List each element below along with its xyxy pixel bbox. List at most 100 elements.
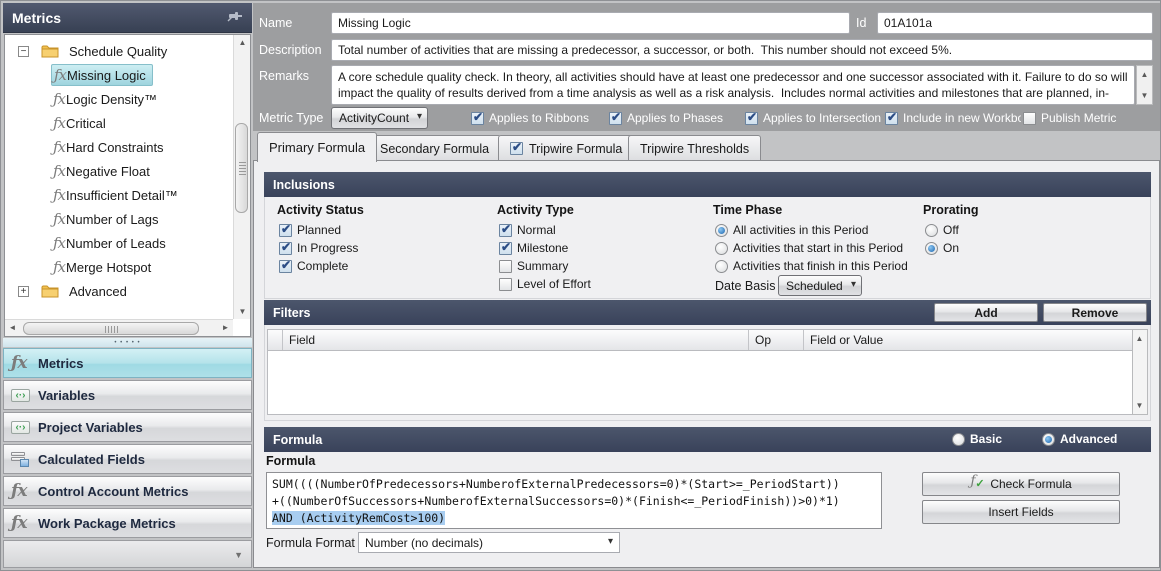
level-of-effort-checkbox[interactable] — [499, 278, 512, 291]
accordion-label: Control Account Metrics — [38, 484, 188, 499]
tree-item-logic-density[interactable]: Logic Density™ — [5, 87, 232, 111]
scroll-right-icon[interactable] — [218, 320, 233, 335]
scroll-down-icon[interactable] — [1137, 88, 1152, 103]
tripwire-formula-checkbox[interactable] — [510, 142, 523, 155]
tree-item-insufficient-detail[interactable]: Insufficient Detail™ — [5, 183, 232, 207]
formula-editor[interactable]: SUM((((NumberOfPredecessors+NumberofExte… — [266, 472, 882, 529]
complete-checkbox[interactable] — [279, 260, 292, 273]
milestone-checkbox[interactable] — [499, 242, 512, 255]
chevron-down-icon[interactable] — [234, 550, 243, 560]
column-field[interactable]: Field — [283, 330, 749, 350]
formula-section-body: Formula SUM((((NumberOfPredecessors+Numb… — [264, 452, 1151, 564]
planned-option: Planned — [279, 223, 341, 237]
tree-item-label: Critical — [66, 116, 106, 131]
tree-item-missing-logic[interactable]: Missing Logic — [5, 63, 232, 87]
milestone-option: Milestone — [499, 241, 568, 255]
applies-to-phases-checkbox[interactable] — [609, 112, 622, 125]
filters-table-body[interactable] — [267, 351, 1139, 415]
scrollbar-thumb[interactable] — [235, 123, 248, 213]
add-filter-button[interactable]: Add — [934, 303, 1038, 322]
expand-icon[interactable] — [18, 286, 29, 297]
applies-to-intersection-checkbox[interactable] — [745, 112, 758, 125]
start-in-period-option: Activities that start in this Period — [715, 241, 903, 255]
auto-hide-pin-icon[interactable] — [227, 9, 243, 26]
tree-item-number-of-lags[interactable]: Number of Lags — [5, 207, 232, 231]
insert-fields-button[interactable]: Insert Fields — [922, 500, 1120, 524]
tree-folder-schedule-quality[interactable]: Schedule Quality — [5, 39, 232, 63]
accordion-item-calculated-fields[interactable]: Calculated Fields — [3, 444, 252, 474]
checkbox-label: Applies to Intersection — [763, 111, 881, 125]
scroll-up-icon[interactable] — [1137, 67, 1152, 82]
accordion-label: Variables — [38, 388, 95, 403]
tab-tripwire-thresholds[interactable]: Tripwire Thresholds — [628, 135, 761, 161]
column-op[interactable]: Op — [749, 330, 804, 350]
tree-item-negative-float[interactable]: Negative Float — [5, 159, 232, 183]
advanced-mode-radio[interactable] — [1042, 433, 1055, 446]
metric-type-dropdown[interactable]: ActivityCount — [331, 107, 428, 129]
metric-type-label: Metric Type — [259, 111, 323, 125]
summary-option: Summary — [499, 259, 568, 273]
tree-item-merge-hotspot[interactable]: Merge Hotspot — [5, 255, 232, 279]
accordion-item-control-account-metrics[interactable]: Control Account Metrics — [3, 476, 252, 506]
start-in-period-radio[interactable] — [715, 242, 728, 255]
include-in-new-workbook-checkbox[interactable] — [885, 112, 898, 125]
formula-format-dropdown[interactable]: Number (no decimals) — [358, 532, 620, 553]
tab-label: Secondary Formula — [380, 142, 489, 156]
publish-metric-checkbox[interactable] — [1023, 112, 1036, 125]
applies-to-intersection-option: Applies to Intersection — [745, 111, 881, 125]
tree-item-number-of-leads[interactable]: Number of Leads — [5, 231, 232, 255]
remarks-label: Remarks — [259, 69, 309, 83]
tab-primary-formula[interactable]: Primary Formula — [257, 132, 377, 162]
accordion-item-variables[interactable]: Variables — [3, 380, 252, 410]
prorating-off-radio[interactable] — [925, 224, 938, 237]
scroll-down-icon[interactable] — [235, 304, 250, 319]
metrics-tree: Schedule Quality Missing Logic Logic Den… — [4, 34, 251, 337]
in-progress-checkbox[interactable] — [279, 242, 292, 255]
level-of-effort-option: Level of Effort — [499, 277, 591, 291]
all-activities-radio[interactable] — [715, 224, 728, 237]
checkbox-label: Applies to Ribbons — [489, 111, 589, 125]
scrollbar-thumb[interactable] — [23, 322, 199, 335]
tree-item-critical[interactable]: Critical — [5, 111, 232, 135]
description-field[interactable]: Total number of activities that are miss… — [331, 39, 1153, 61]
date-basis-dropdown[interactable]: Scheduled — [778, 275, 862, 296]
id-field[interactable]: 01A101a — [877, 12, 1153, 34]
accordion-item-metrics[interactable]: Metrics — [3, 348, 252, 378]
remarks-scrollbar[interactable] — [1136, 65, 1153, 105]
check-formula-button[interactable]: Check Formula — [922, 472, 1120, 496]
fx-icon — [54, 66, 66, 84]
remarks-field[interactable]: A core schedule quality check. In theory… — [331, 65, 1135, 105]
tree-vertical-scrollbar[interactable] — [233, 35, 250, 319]
accordion-item-project-variables[interactable]: Project Variables — [3, 412, 252, 442]
tree-item-label: Merge Hotspot — [66, 260, 151, 275]
sidebar-splitter-handle[interactable] — [3, 338, 252, 347]
tree-item-label: Hard Constraints — [66, 140, 164, 155]
summary-checkbox[interactable] — [499, 260, 512, 273]
scroll-up-icon[interactable] — [235, 35, 250, 50]
all-activities-option: All activities in this Period — [715, 223, 868, 237]
normal-checkbox[interactable] — [499, 224, 512, 237]
tree-horizontal-scrollbar[interactable] — [5, 319, 233, 336]
finish-in-period-radio[interactable] — [715, 260, 728, 273]
basic-mode-radio[interactable] — [952, 433, 965, 446]
tree-item-hard-constraints[interactable]: Hard Constraints — [5, 135, 232, 159]
accordion-item-work-package-metrics[interactable]: Work Package Metrics — [3, 508, 252, 538]
primary-formula-tab-content: Inclusions Activity Status Planned In Pr… — [253, 160, 1160, 568]
prorating-on-radio[interactable] — [925, 242, 938, 255]
filters-scrollbar[interactable] — [1132, 329, 1148, 415]
name-field[interactable]: Missing Logic — [331, 12, 850, 34]
column-field-or-value[interactable]: Field or Value — [804, 330, 1138, 350]
applies-to-ribbons-checkbox[interactable] — [471, 112, 484, 125]
tab-tripwire-formula[interactable]: Tripwire Formula — [498, 135, 634, 161]
tree-folder-advanced[interactable]: Advanced — [5, 279, 232, 303]
scroll-up-icon[interactable] — [1132, 331, 1147, 346]
collapse-icon[interactable] — [18, 46, 29, 57]
fx-icon — [53, 138, 65, 156]
remove-filter-button[interactable]: Remove — [1043, 303, 1147, 322]
scroll-left-icon[interactable] — [5, 320, 20, 335]
description-label: Description — [259, 43, 322, 57]
scroll-down-icon[interactable] — [1132, 398, 1147, 413]
filters-table-header: Field Op Field or Value — [267, 329, 1139, 351]
filters-section-header: Filters Add Remove — [264, 300, 1151, 325]
planned-checkbox[interactable] — [279, 224, 292, 237]
